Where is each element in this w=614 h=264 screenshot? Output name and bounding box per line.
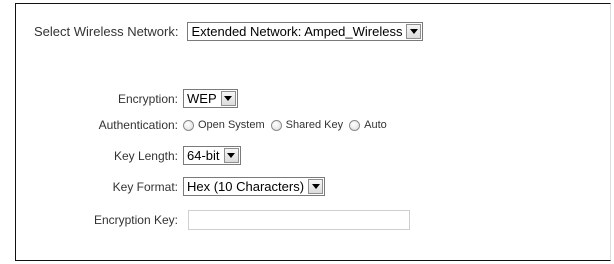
auth-shared-key-radio[interactable]: Shared Key bbox=[270, 119, 344, 131]
key-format-row: Key Format: Hex (10 Characters) bbox=[16, 177, 326, 196]
encryption-row: Encryption: WEP bbox=[16, 89, 238, 108]
auth-open-system-label: Open System bbox=[198, 119, 265, 131]
key-length-label: Key Length: bbox=[113, 148, 178, 163]
encryption-select[interactable]: WEP bbox=[183, 89, 238, 108]
chevron-down-icon bbox=[409, 29, 418, 34]
key-length-select-arrow[interactable] bbox=[223, 148, 239, 163]
radio-circle-icon[interactable] bbox=[270, 119, 282, 131]
wireless-settings-panel: Select Wireless Network: Extended Networ… bbox=[15, 3, 611, 261]
auth-auto-radio[interactable]: Auto bbox=[349, 119, 387, 131]
chevron-down-icon bbox=[227, 153, 236, 158]
network-label: Select Wireless Network: bbox=[34, 24, 179, 39]
network-select-arrow[interactable] bbox=[406, 24, 422, 39]
authentication-radio-group: Open System Shared Key Auto bbox=[183, 119, 393, 131]
encryption-key-input[interactable] bbox=[188, 210, 410, 230]
auth-auto-label: Auto bbox=[364, 119, 387, 131]
authentication-row: Authentication: Open System Shared Key A… bbox=[16, 118, 393, 132]
auth-shared-key-label: Shared Key bbox=[285, 119, 344, 131]
network-row: Select Wireless Network: Extended Networ… bbox=[34, 22, 424, 41]
radio-circle-icon[interactable] bbox=[349, 119, 361, 131]
encryption-select-arrow[interactable] bbox=[220, 91, 236, 106]
chevron-down-icon bbox=[224, 96, 233, 101]
network-select-value: Extended Network: Amped_Wireless bbox=[191, 24, 403, 39]
key-format-select-arrow[interactable] bbox=[308, 179, 324, 194]
authentication-label: Authentication: bbox=[98, 118, 178, 132]
key-format-select-value: Hex (10 Characters) bbox=[187, 179, 305, 194]
key-format-label: Key Format: bbox=[112, 179, 178, 194]
encryption-select-value: WEP bbox=[187, 91, 217, 106]
encryption-key-label: Encryption Key: bbox=[93, 213, 178, 227]
key-length-select-value: 64-bit bbox=[187, 148, 220, 163]
key-format-select[interactable]: Hex (10 Characters) bbox=[183, 177, 326, 196]
key-length-select[interactable]: 64-bit bbox=[183, 146, 241, 165]
auth-open-system-radio[interactable]: Open System bbox=[183, 119, 265, 131]
network-select[interactable]: Extended Network: Amped_Wireless bbox=[187, 22, 424, 41]
encryption-label: Encryption: bbox=[117, 91, 178, 106]
radio-circle-icon[interactable] bbox=[183, 119, 194, 131]
key-length-row: Key Length: 64-bit bbox=[16, 146, 241, 165]
chevron-down-icon bbox=[311, 184, 320, 189]
encryption-key-row: Encryption Key: bbox=[16, 210, 410, 230]
